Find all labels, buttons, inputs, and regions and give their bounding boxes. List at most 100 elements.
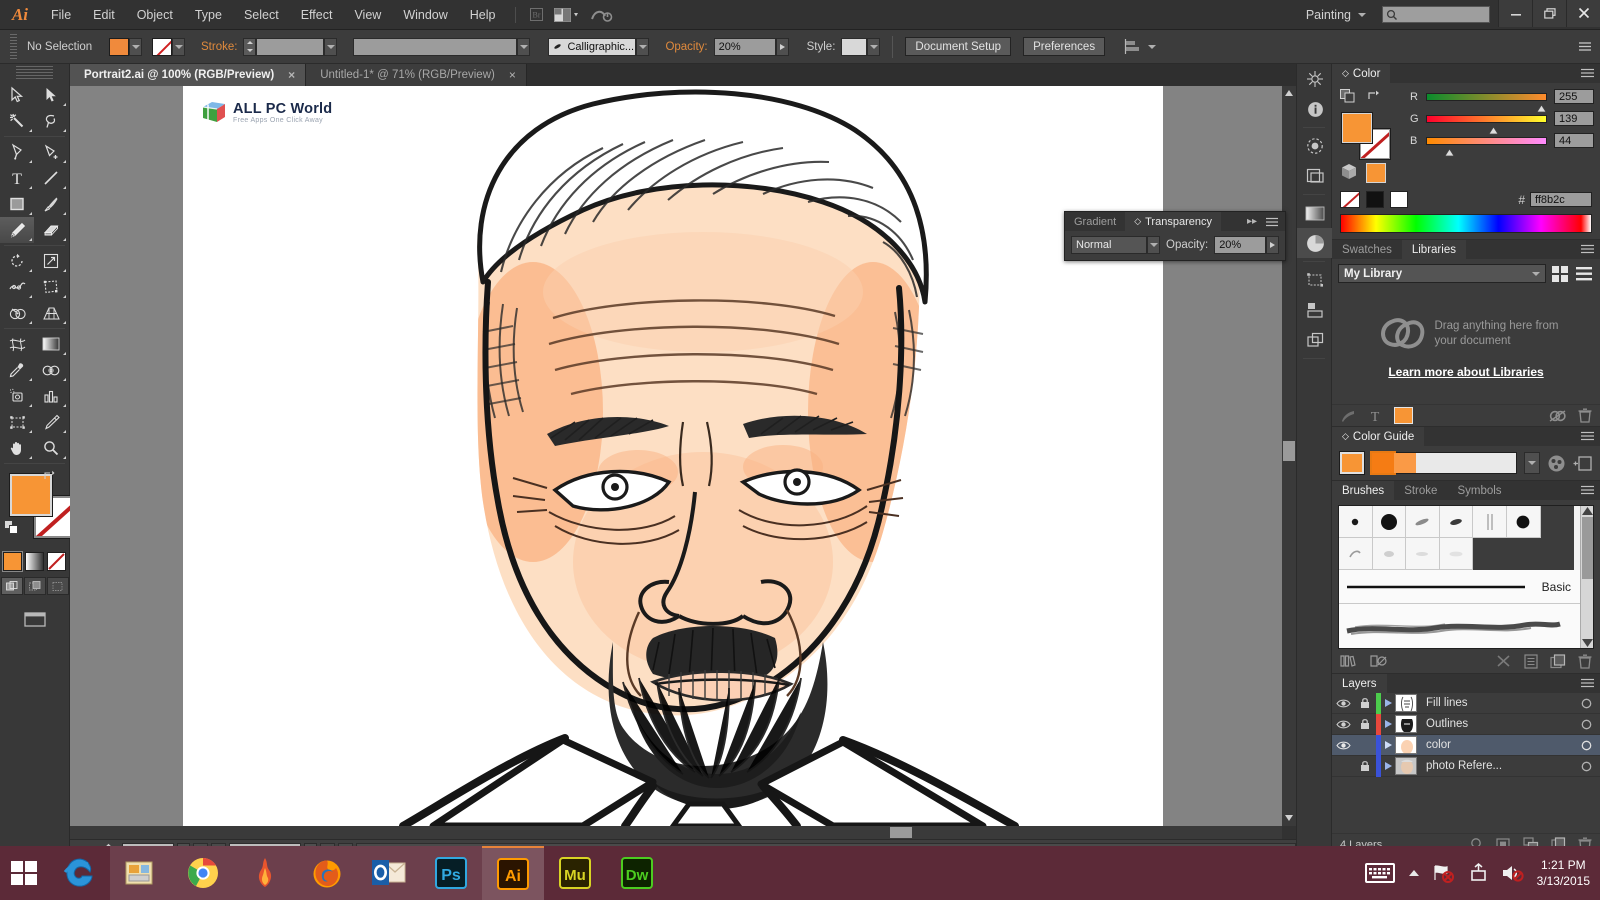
gradient-mode-button[interactable] <box>25 552 44 571</box>
stroke-weight-field[interactable] <box>256 38 324 56</box>
network-icon[interactable] <box>1433 863 1455 883</box>
layer-expand-toggle[interactable] <box>1381 699 1395 707</box>
tab-color[interactable]: ◇ Color <box>1332 64 1390 83</box>
control-bar-grip[interactable] <box>10 34 17 60</box>
hex-value-field[interactable]: ff8b2c <box>1530 192 1592 207</box>
brush-definition-control[interactable]: Calligraphic... <box>548 38 649 56</box>
slider-thumb-g[interactable] <box>1489 123 1498 130</box>
zoom-tool[interactable] <box>34 435 68 461</box>
brush-cell[interactable] <box>1406 538 1440 570</box>
symbol-sprayer-tool[interactable] <box>0 383 34 409</box>
layer-lock-toggle[interactable] <box>1354 697 1376 709</box>
delete-icon[interactable] <box>1578 408 1592 423</box>
menu-file[interactable]: File <box>40 0 82 30</box>
taskbar-google-chrome[interactable] <box>172 846 234 900</box>
brush-cell[interactable] <box>1440 506 1474 538</box>
transparency-opacity-field[interactable]: 20% <box>1214 236 1266 254</box>
color-guide-harmony-strip[interactable] <box>1371 452 1517 474</box>
brush-charcoal-row[interactable] <box>1339 604 1593 648</box>
slider-thumb-r[interactable] <box>1537 101 1546 108</box>
brush-cell[interactable] <box>1473 506 1507 538</box>
delete-brush-icon[interactable] <box>1578 654 1592 669</box>
draw-behind-button[interactable] <box>24 577 46 595</box>
color-3d-cube-icon[interactable] <box>1340 163 1358 181</box>
opacity-field[interactable]: 20% <box>714 38 776 56</box>
maximize-button[interactable] <box>1532 0 1566 27</box>
pathfinder-dock-icon[interactable] <box>1297 131 1333 161</box>
layer-target-indicator[interactable] <box>1572 698 1600 709</box>
canvas-horizontal-scrollbar[interactable] <box>70 826 1282 839</box>
magic-wand-tool[interactable] <box>0 108 34 134</box>
brush-cell[interactable] <box>1339 538 1373 570</box>
scroll-up-icon[interactable] <box>1283 87 1295 99</box>
library-dropdown[interactable]: My Library <box>1338 264 1546 283</box>
brushes-scrollbar[interactable] <box>1580 506 1593 648</box>
layer-visibility-toggle[interactable] <box>1332 719 1354 730</box>
slider-value-r[interactable]: 255 <box>1554 89 1594 104</box>
color-spectrum-ramp[interactable] <box>1340 214 1592 233</box>
scroll-down-icon[interactable] <box>1283 812 1295 824</box>
hand-tool[interactable] <box>0 435 34 461</box>
libraries-panel-icon[interactable] <box>1370 654 1388 668</box>
brush-cell[interactable] <box>1406 506 1440 538</box>
paintbrush-tool[interactable] <box>34 191 68 217</box>
white-color-swatch[interactable] <box>1390 191 1408 208</box>
panel-options-icon[interactable] <box>1581 485 1595 496</box>
fill-dropdown[interactable] <box>129 38 142 56</box>
menu-edit[interactable]: Edit <box>82 0 126 30</box>
app-switch-icon[interactable] <box>584 4 618 26</box>
gradient-tool[interactable] <box>34 331 68 357</box>
document-info-dock-icon[interactable] <box>1297 94 1333 124</box>
stroke-color-control[interactable] <box>152 38 185 56</box>
layer-target-indicator[interactable] <box>1572 719 1600 730</box>
taskbar-clock[interactable]: 1:21 PM 3/13/2015 <box>1537 857 1590 889</box>
stroke-profile-field[interactable] <box>353 38 517 56</box>
width-tool[interactable] <box>0 274 34 300</box>
tab-stroke[interactable]: Stroke <box>1394 481 1447 500</box>
fill-stroke-toggle-icon[interactable] <box>1340 89 1355 103</box>
portrait-artwork[interactable] <box>183 86 1163 826</box>
shape-builder-tool[interactable] <box>0 300 34 326</box>
default-fill-stroke-icon[interactable] <box>4 520 20 536</box>
slider-track-r[interactable] <box>1426 93 1547 101</box>
control-bar-overflow[interactable] <box>1578 41 1600 53</box>
taskbar-mozilla-firefox[interactable] <box>296 846 358 900</box>
tab-libraries[interactable]: Libraries <box>1402 240 1466 259</box>
layer-expand-toggle[interactable] <box>1381 762 1395 770</box>
color-out-of-gamut-swatch[interactable] <box>1366 163 1386 183</box>
minimize-button[interactable] <box>1498 0 1532 27</box>
stroke-profile-control[interactable] <box>353 38 530 56</box>
edit-colors-icon[interactable] <box>1547 454 1566 473</box>
color-guide-dropdown[interactable] <box>1524 452 1540 474</box>
stroke-profile-dropdown[interactable] <box>517 38 530 56</box>
align-control[interactable] <box>1125 39 1156 54</box>
layer-target-indicator[interactable] <box>1572 761 1600 772</box>
show-hidden-icons-icon[interactable] <box>1407 867 1421 879</box>
menu-select[interactable]: Select <box>233 0 290 30</box>
panel-options-icon[interactable] <box>1581 68 1595 79</box>
save-to-swatches-icon[interactable] <box>1573 455 1592 472</box>
slider-value-g[interactable]: 139 <box>1554 111 1594 126</box>
layers-dock-icon[interactable] <box>1297 325 1333 355</box>
color-fill-swatch[interactable] <box>1342 113 1372 143</box>
brush-libraries-menu-icon[interactable] <box>1340 654 1358 668</box>
layer-row-photo-reference[interactable]: photo Refere... <box>1332 756 1600 777</box>
link-asset-icon[interactable] <box>1549 409 1566 423</box>
menu-type[interactable]: Type <box>184 0 233 30</box>
taskbar-microsoft-outlook[interactable] <box>358 846 420 900</box>
layer-name[interactable]: Outlines <box>1417 718 1572 730</box>
layer-name[interactable]: Fill lines <box>1417 697 1572 709</box>
taskbar-adobe-illustrator[interactable]: Ai <box>482 846 544 900</box>
new-brush-icon[interactable] <box>1550 654 1566 669</box>
taskbar-adobe-photoshop[interactable]: Ps <box>420 846 482 900</box>
taskbar-firefox-developer[interactable] <box>234 846 296 900</box>
slider-value-b[interactable]: 44 <box>1554 133 1594 148</box>
layer-visibility-toggle[interactable] <box>1332 698 1354 709</box>
taskbar-file-explorer[interactable] <box>110 846 172 900</box>
taskbar-adobe-muse[interactable]: Mu <box>544 846 606 900</box>
brush-cell[interactable] <box>1507 506 1541 538</box>
layer-name[interactable]: color <box>1417 739 1572 751</box>
arrange-documents-icon[interactable] <box>550 4 584 26</box>
stroke-weight-control[interactable] <box>243 38 337 56</box>
add-color-icon[interactable] <box>1394 407 1413 424</box>
